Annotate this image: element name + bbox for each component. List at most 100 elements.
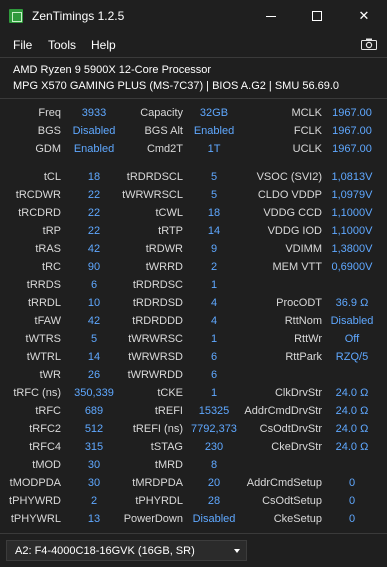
timing-row: tRFC 689 tREFI 15325 AddrCmdDrvStr 24.0 Ω <box>0 403 387 420</box>
app-icon <box>9 9 23 23</box>
board-info: MPG X570 GAMING PLUS (MS-7C37) | BIOS A.… <box>13 80 340 92</box>
timing-label: tPHYWRL <box>10 513 61 525</box>
timing-label: tRDRDSC <box>132 279 183 291</box>
timing-value: 15325 <box>198 405 230 417</box>
maximize-button[interactable] <box>294 0 340 32</box>
timing-value: 0,6900V <box>331 261 373 273</box>
timing-row: tRP 22 tRTP 14 VDDG IOD 1,1000V <box>0 223 387 240</box>
timing-label: CkeDrvStr <box>271 441 322 453</box>
minimize-button[interactable] <box>248 0 294 32</box>
timing-row: tFAW 42 tRDRDDD 4 RttNom Disabled <box>0 313 387 330</box>
timing-value: 9 <box>210 243 218 255</box>
timing-value: 1,1000V <box>331 207 373 219</box>
menu-file[interactable]: File <box>13 38 32 52</box>
timing-label: tRFC2 <box>29 423 61 435</box>
timing-value: 1967.00 <box>332 125 372 137</box>
timing-value: RZQ/5 <box>335 351 369 363</box>
timing-value: 24.0 Ω <box>335 441 369 453</box>
timing-row: tRCDWR 22 tWRWRSCL 5 CLDO VDDP 1,0979V <box>0 187 387 204</box>
timing-value: 1967.00 <box>332 107 372 119</box>
timing-label: tWRWRSC <box>128 333 183 345</box>
minimize-icon <box>266 15 276 17</box>
timing-label: MEM VTT <box>272 261 323 273</box>
timing-label: CsOdtDrvStr <box>259 423 322 435</box>
title-bar: ZenTimings 1.2.5 ✕ <box>0 0 387 32</box>
timing-label: tRFC4 <box>29 441 61 453</box>
timing-row: tPHYWRL 13 PowerDown Disabled CkeSetup 0 <box>0 511 387 528</box>
timing-value: 1,0813V <box>331 171 373 183</box>
timing-row: tRFC2 512 tREFI (ns) 7792,373 CsOdtDrvStr 24.… <box>0 421 387 438</box>
timing-label: tRDWR <box>145 243 183 255</box>
timing-label: AddrCmdDrvStr <box>244 405 322 417</box>
close-button[interactable]: ✕ <box>341 0 387 32</box>
timing-label: tWRWRSCL <box>122 189 183 201</box>
footer-divider <box>0 533 387 534</box>
timing-value: 0 <box>348 477 356 489</box>
timing-value: 1,1000V <box>331 225 373 237</box>
timing-label: tRDRDSCL <box>126 171 183 183</box>
timing-value: 4 <box>210 297 218 309</box>
memory-module-value: A2: F4-4000C18-16GVK (16GB, SR) <box>15 545 195 557</box>
timing-value: 5 <box>210 171 218 183</box>
timing-row: tWR 26 tWRWRDD 6 <box>0 367 387 384</box>
menu-tools[interactable]: Tools <box>48 38 76 52</box>
close-icon: ✕ <box>358 8 370 23</box>
memory-module-dropdown[interactable]: A2: F4-4000C18-16GVK (16GB, SR) <box>6 540 247 561</box>
timing-label: UCLK <box>292 143 322 155</box>
timing-value: 28 <box>207 495 221 507</box>
timing-label: Capacity <box>140 107 183 119</box>
timing-label: tREFI (ns) <box>132 423 183 435</box>
timing-label: tMRDPDA <box>132 477 183 489</box>
timing-value: Disabled <box>192 513 236 525</box>
timing-label: BGS Alt <box>144 125 183 137</box>
timing-label: tWTRL <box>26 351 61 363</box>
timing-label: CsOdtSetup <box>262 495 322 507</box>
timing-label: tWRWRDD <box>127 369 183 381</box>
timing-value: 1T <box>207 143 221 155</box>
camera-icon[interactable] <box>361 38 377 50</box>
timing-value: 32GB <box>199 107 229 119</box>
timing-label: PowerDown <box>123 513 183 525</box>
timing-row: tCL 18 tRDRDSCL 5 VSOC (SVI2) 1,0813V <box>0 169 387 186</box>
timing-label: BGS <box>37 125 61 137</box>
timing-value: 0 <box>348 495 356 507</box>
timing-row: tWTRS 5 tWRWRSC 1 RttWr Off <box>0 331 387 348</box>
timing-label: VDDG IOD <box>267 225 322 237</box>
timing-label: tWRRD <box>145 261 183 273</box>
timing-value: 24.0 Ω <box>335 387 369 399</box>
timing-value: 5 <box>210 189 218 201</box>
timing-value: 1 <box>210 387 218 399</box>
timing-value: 1,3800V <box>331 243 373 255</box>
timing-value: 20 <box>207 477 221 489</box>
timing-label: RttPark <box>285 351 322 363</box>
chevron-down-icon <box>234 549 240 553</box>
timing-row: tMODPDA 30 tMRDPDA 20 AddrCmdSetup 0 <box>0 475 387 492</box>
timing-value: 1 <box>210 333 218 345</box>
timing-label: tRP <box>42 225 61 237</box>
timing-value: 24.0 Ω <box>335 405 369 417</box>
timing-row: tMOD 30 tMRD 8 <box>0 457 387 474</box>
timing-label: RttNom <box>284 315 322 327</box>
timing-row: Freq 3933 Capacity 32GB MCLK 1967.00 <box>0 105 387 122</box>
timing-label: ProcODT <box>276 297 322 309</box>
timing-row: GDM Enabled Cmd2T 1T UCLK 1967.00 <box>0 141 387 158</box>
timing-label: GDM <box>35 143 61 155</box>
timing-label: Freq <box>38 107 61 119</box>
timing-row: tRCDRD 22 tCWL 18 VDDG CCD 1,1000V <box>0 205 387 222</box>
timing-label: ClkDrvStr <box>274 387 322 399</box>
timing-value: 1 <box>210 279 218 291</box>
timing-label: tWR <box>39 369 61 381</box>
maximize-icon <box>312 11 322 21</box>
timing-row: tRFC (ns) 350,339 tCKE 1 ClkDrvStr 24.0 Ω <box>0 385 387 402</box>
timing-row: tWTRL 14 tWRWRSD 6 RttPark RZQ/5 <box>0 349 387 366</box>
timing-label: tCWL <box>155 207 184 219</box>
timing-value: 2 <box>210 261 218 273</box>
timing-row: tRRDL 10 tRDRDSD 4 ProcODT 36.9 Ω <box>0 295 387 312</box>
menu-help[interactable]: Help <box>91 38 116 52</box>
timing-value: 1,0979V <box>331 189 373 201</box>
timing-row: tRAS 42 tRDWR 9 VDIMM 1,3800V <box>0 241 387 258</box>
timing-label: tREFI <box>154 405 183 417</box>
timing-value: 7792,373 <box>191 423 237 435</box>
timing-value: 18 <box>207 207 221 219</box>
timing-label: VSOC (SVI2) <box>256 171 322 183</box>
